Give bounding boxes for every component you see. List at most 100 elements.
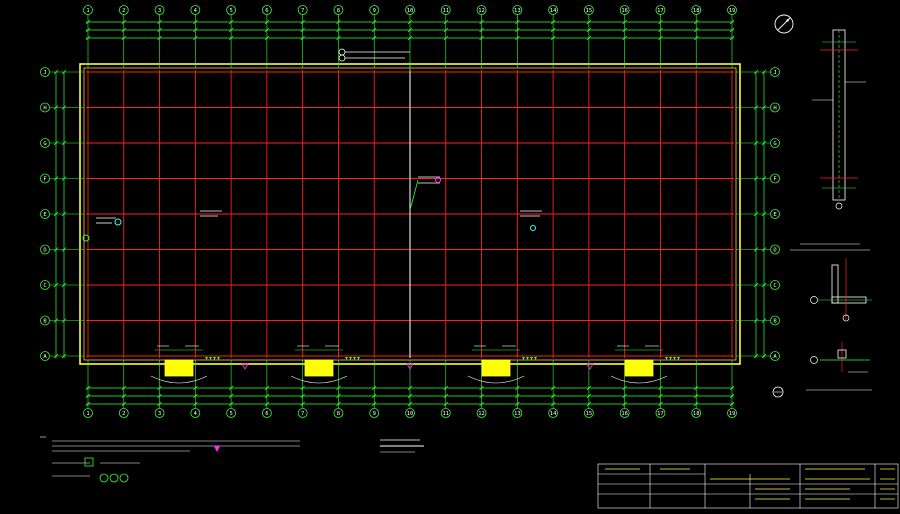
axis-bubble-bottom-16: 16 xyxy=(619,408,630,418)
axis-bubble-left-H: H xyxy=(40,102,50,113)
axis-label-top-6: 6 xyxy=(265,8,268,14)
axis-bubble-right-E: E xyxy=(770,209,780,219)
axis-label-right-F: F xyxy=(773,177,776,183)
axis-bubble-bottom-19: 19 xyxy=(727,408,737,418)
wall-section-detail xyxy=(800,29,866,245)
axis-bubble-top-17: 17 xyxy=(655,5,666,15)
anchor-detail xyxy=(806,342,872,391)
axis-bubble-top-14: 14 xyxy=(548,5,559,15)
axis-label-top-1: 1 xyxy=(86,8,89,14)
axis-bubble-left-B: B xyxy=(40,315,50,326)
axis-bubble-bottom-6: 6 xyxy=(261,408,272,418)
column-axis-bubbles-top: 1 2 3 4 5 6 7 8 9 10 11 12 13 14 15 16 17 18 19 xyxy=(83,5,737,68)
axis-bubble-left-D: D xyxy=(40,244,50,255)
title-block xyxy=(597,463,899,509)
axis-bubble-bottom-15: 15 xyxy=(583,408,594,418)
axis-bubble-top-13: 13 xyxy=(512,5,523,15)
axis-label-bottom-7: 7 xyxy=(301,411,304,417)
axis-label-bottom-15: 15 xyxy=(586,411,593,417)
axis-label-bottom-16: 16 xyxy=(621,411,628,417)
axis-label-top-8: 8 xyxy=(337,8,340,14)
axis-label-top-7: 7 xyxy=(301,8,304,14)
axis-label-top-16: 16 xyxy=(621,8,628,14)
axis-label-bottom-1: 1 xyxy=(86,411,89,417)
axis-label-left-H: H xyxy=(43,106,46,112)
axis-bubble-bottom-17: 17 xyxy=(655,408,666,418)
general-notes-block xyxy=(40,436,300,477)
floor-plan-svg: 1 2 3 4 5 6 7 8 9 10 11 12 13 14 15 16 17 18 19 1234567891… xyxy=(40,5,899,509)
axis-label-right-H: H xyxy=(773,106,776,112)
axis-label-right-E: E xyxy=(773,212,776,218)
axis-bubble-top-4: 4 xyxy=(190,5,201,15)
axis-label-bottom-14: 14 xyxy=(550,411,557,417)
axis-bubble-bottom-4: 4 xyxy=(190,408,201,418)
axis-label-right-J: J xyxy=(773,70,776,76)
callout-marker-b xyxy=(530,225,536,231)
axis-label-top-11: 11 xyxy=(442,8,449,14)
axis-bubble-right-G: G xyxy=(770,138,780,148)
axis-bubble-left-F: F xyxy=(40,173,50,184)
axis-bubble-bottom-9: 9 xyxy=(369,408,380,418)
axis-bubble-bottom-2: 2 xyxy=(118,408,129,418)
axis-bubble-bottom-5: 5 xyxy=(226,408,237,418)
axis-bubble-top-6: 6 xyxy=(261,5,272,15)
axis-label-bottom-12: 12 xyxy=(478,411,485,417)
note-symbols xyxy=(84,457,129,483)
axis-bubble-left-C: C xyxy=(40,280,50,290)
axis-bubble-top-8: 8 xyxy=(333,5,344,15)
axis-label-left-E: E xyxy=(43,212,46,218)
axis-bubble-left-J: J xyxy=(40,67,50,77)
axis-label-top-3: 3 xyxy=(158,8,161,14)
axis-bubble-bottom-1: 1 xyxy=(83,408,93,418)
axis-label-top-2: 2 xyxy=(122,8,125,14)
axis-bubble-bottom-8: 8 xyxy=(333,408,344,418)
axis-label-left-G: G xyxy=(43,141,46,147)
axis-label-bottom-5: 5 xyxy=(229,411,232,417)
axis-label-bottom-13: 13 xyxy=(514,411,521,417)
cad-drawing-canvas: 1 2 3 4 5 6 7 8 9 10 11 12 13 14 15 16 17 18 19 1234567891… xyxy=(0,0,900,510)
section-marker-icon xyxy=(772,386,784,398)
axis-label-bottom-2: 2 xyxy=(122,411,125,417)
axis-bubble-top-3: 3 xyxy=(154,5,165,15)
axis-label-top-15: 15 xyxy=(586,8,593,14)
axis-bubble-top-1: 1 xyxy=(83,5,93,15)
axis-label-left-A: A xyxy=(43,354,47,360)
axis-bubble-top-19: 19 xyxy=(727,5,737,15)
axis-bubble-left-E: E xyxy=(40,209,50,219)
axis-bubble-top-5: 5 xyxy=(226,5,237,15)
axis-label-bottom-10: 10 xyxy=(407,411,414,417)
axis-label-right-B: B xyxy=(773,319,777,325)
axis-bubble-top-9: 9 xyxy=(369,5,380,15)
axis-bubble-left-A: A xyxy=(40,351,50,361)
axis-label-left-F: F xyxy=(43,177,46,183)
axis-bubble-top-15: 15 xyxy=(583,5,594,15)
axis-label-right-A: A xyxy=(773,354,777,360)
axis-bubble-left-G: G xyxy=(40,138,50,148)
axis-label-left-C: C xyxy=(43,283,46,289)
plan-title-block xyxy=(380,439,424,453)
axis-bubble-right-B: B xyxy=(770,315,780,326)
axis-bubble-bottom-11: 11 xyxy=(440,408,451,418)
axis-label-top-19: 19 xyxy=(729,8,736,14)
axis-label-top-18: 18 xyxy=(693,8,700,14)
axis-bubble-bottom-7: 7 xyxy=(297,408,308,418)
row-axis-bubbles-left: A B C D E F G H J xyxy=(40,67,84,361)
axis-bubble-right-A: A xyxy=(770,351,780,361)
axis-bubble-right-F: F xyxy=(770,173,780,184)
annotation-callouts xyxy=(96,48,542,224)
warning-triangle-icon xyxy=(214,446,220,452)
axis-label-right-G: G xyxy=(773,141,776,147)
axis-label-right-C: C xyxy=(773,283,776,289)
axis-label-bottom-3: 3 xyxy=(158,411,161,417)
axis-label-top-13: 13 xyxy=(514,8,521,14)
axis-bubble-top-11: 11 xyxy=(440,5,451,15)
axis-label-top-10: 10 xyxy=(407,8,414,14)
axis-bubble-bottom-12: 12 xyxy=(476,408,487,418)
axis-bubble-top-2: 2 xyxy=(118,5,129,15)
north-arrow-icon xyxy=(774,14,794,34)
row-axis-bubbles-right: A B C D E F G H J xyxy=(736,67,780,361)
axis-bubble-bottom-3: 3 xyxy=(154,408,165,418)
axis-bubble-bottom-13: 13 xyxy=(512,408,523,418)
axis-label-top-5: 5 xyxy=(229,8,232,14)
axis-bubble-top-18: 18 xyxy=(691,5,702,15)
